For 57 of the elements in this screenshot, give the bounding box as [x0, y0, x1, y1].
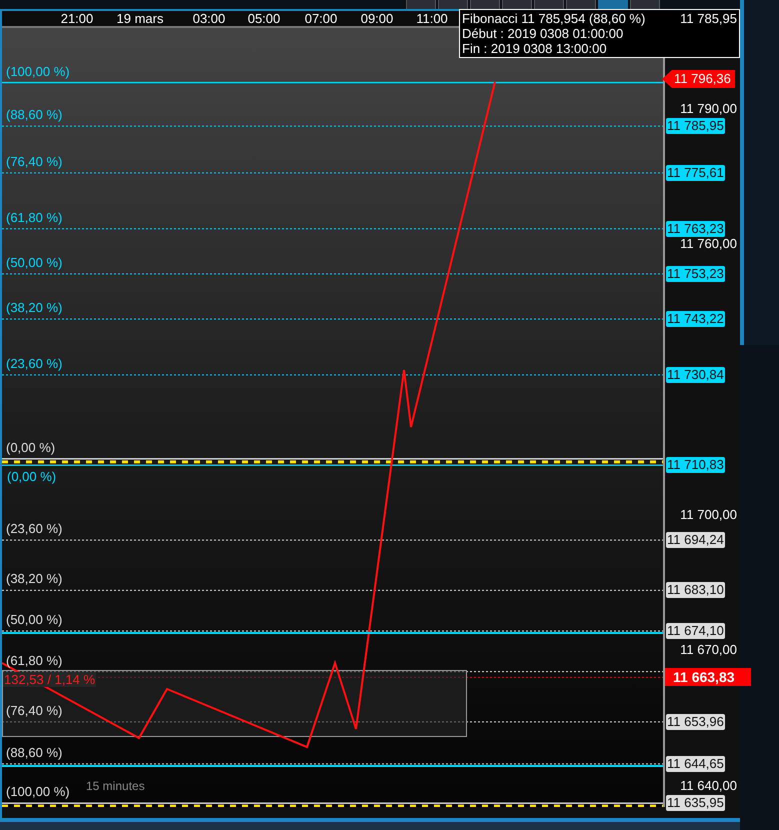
tooltip-value: 11 785,95 — [680, 11, 737, 26]
level-label: (0,00 %) — [6, 469, 58, 484]
price-tag: 11 775,61 — [666, 164, 725, 181]
price-label: 11 670,00 — [680, 642, 737, 658]
price-label: 11 640,00 — [680, 778, 737, 793]
tooltip-line: Fin : 2019 0308 13:00:00 — [462, 41, 608, 56]
price-tag: 11 743,22 — [666, 311, 725, 328]
level-label: (23,60 %) — [6, 521, 62, 536]
level-label: (38,20 %) — [6, 300, 62, 316]
price-tag: 11 635,95 — [666, 795, 725, 812]
price-tag: 11 710,83 — [666, 457, 725, 474]
price-tag: 11 694,24 — [666, 532, 725, 548]
toolbar-button[interactable] — [630, 0, 660, 9]
level-label: (100,00 %) — [6, 64, 70, 79]
level-label: (76,40 %) — [6, 154, 62, 169]
measure-label: 132,53 / 1,14 % — [3, 672, 96, 688]
price-tag: 11 753,23 — [666, 266, 725, 282]
price-tag: 11 763,23 — [666, 220, 725, 237]
arrow-icon — [662, 70, 672, 88]
level-label: (38,20 %) — [6, 571, 62, 586]
level-label: (100,00 %) — [6, 784, 70, 800]
price-label: 11 760,00 — [680, 236, 737, 252]
level-label: (0,00 %) — [6, 440, 56, 455]
time-label: 21:00 — [60, 11, 94, 26]
toolbar-button[interactable] — [598, 0, 628, 9]
price-tag: 11 653,96 — [666, 714, 725, 730]
level-label: (50,00 %) — [6, 254, 62, 270]
price-tag: 11 683,10 — [666, 582, 725, 598]
price-tag: 11 644,65 — [666, 756, 725, 772]
toolbar-button[interactable] — [470, 0, 500, 9]
price-label: 11 790,00 — [680, 100, 737, 116]
time-label: 05:00 — [248, 11, 280, 26]
time-label: 19 mars — [116, 11, 164, 26]
tooltip-title: Fibonacci 11 785,954 (88,60 %) — [462, 11, 646, 26]
level-label: (76,40 %) — [6, 702, 62, 718]
toolbar-button[interactable] — [566, 0, 596, 9]
price-label: 11 700,00 — [680, 507, 737, 522]
time-label: 07:00 — [304, 11, 338, 26]
toolbar-button[interactable] — [406, 0, 436, 9]
time-label: 11:00 — [416, 11, 448, 26]
time-label: 09:00 — [360, 11, 394, 26]
price-tag: 11 785,95 — [666, 118, 725, 134]
level-label: (88,60 %) — [6, 744, 62, 760]
price-tag: 11 730,84 — [666, 366, 725, 383]
level-label: (50,00 %) — [6, 612, 62, 627]
toolbar-button[interactable] — [438, 0, 468, 9]
level-label: (61,80 %) — [6, 652, 62, 668]
price-tag: 11 674,10 — [666, 622, 725, 639]
level-label: (88,60 %) — [6, 107, 62, 122]
time-label: 03:00 — [192, 11, 226, 26]
level-label: (23,60 %) — [6, 356, 62, 371]
price-tag: 11 663,83 — [665, 668, 751, 686]
toolbar-button[interactable] — [502, 0, 532, 9]
interval-label: 15 minutes — [86, 779, 145, 793]
toolbar-button[interactable] — [534, 0, 564, 9]
level-label: (61,80 %) — [6, 210, 62, 225]
tooltip-line: Début : 2019 0308 01:00:00 — [462, 26, 624, 41]
